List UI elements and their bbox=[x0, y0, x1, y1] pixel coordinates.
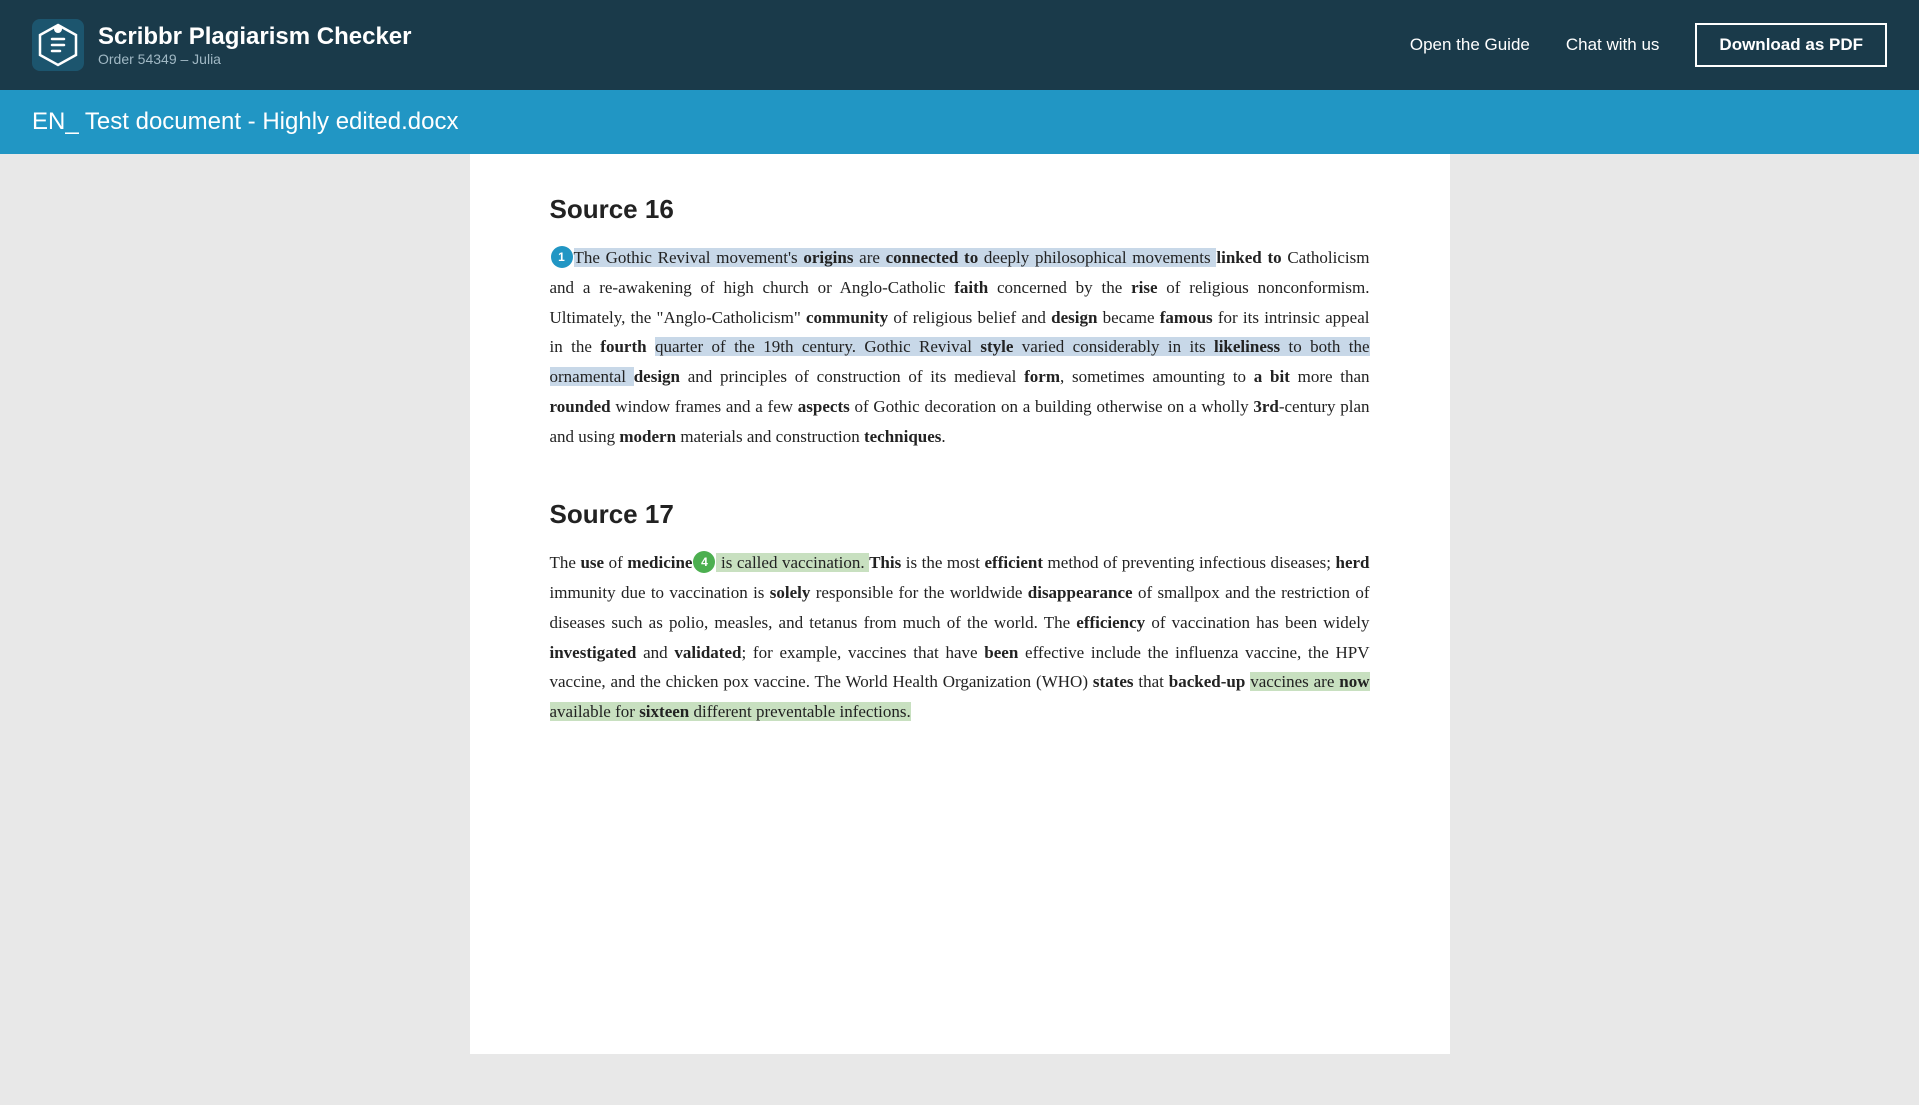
text-techniques: techniques bbox=[864, 427, 941, 446]
text-quarter: quarter of the 19th century. Gothic Revi… bbox=[655, 337, 980, 356]
text-linked-to: linked to bbox=[1216, 248, 1281, 267]
text-3rd: 3rd bbox=[1253, 397, 1279, 416]
text-a-bit: a bit bbox=[1254, 367, 1290, 386]
text-famous: famous bbox=[1160, 308, 1213, 327]
text-sixteen: sixteen bbox=[639, 702, 689, 721]
text-available-for: available for bbox=[550, 702, 640, 721]
text-this: This bbox=[869, 553, 901, 572]
source-16-paragraph: 1The Gothic Revival movement's origins a… bbox=[550, 243, 1370, 451]
text-design-2: design bbox=[634, 367, 680, 386]
text-form: form bbox=[1024, 367, 1060, 386]
badge-1: 1 bbox=[551, 246, 573, 268]
text-connected-to: connected to bbox=[886, 248, 979, 267]
scribbr-logo-icon bbox=[32, 19, 84, 71]
source-17-heading: Source 17 bbox=[550, 499, 1370, 530]
text-vaccines-now: vaccines are bbox=[1250, 672, 1339, 691]
text-solely: solely bbox=[770, 583, 811, 602]
doc-title: EN_ Test document - Highly edited.docx bbox=[32, 108, 458, 135]
header-title-area: Scribbr Plagiarism Checker Order 54349 –… bbox=[98, 23, 411, 67]
text-states: states bbox=[1093, 672, 1134, 691]
badge-4: 4 bbox=[693, 551, 715, 573]
text-origins: origins bbox=[803, 248, 853, 267]
source-16-heading: Source 16 bbox=[550, 194, 1370, 225]
text-modern: modern bbox=[619, 427, 676, 446]
text-aspects: aspects bbox=[798, 397, 850, 416]
text-validated: validated bbox=[674, 643, 741, 662]
logo-area: Scribbr Plagiarism Checker Order 54349 –… bbox=[32, 19, 1410, 71]
source-17-section: Source 17 The use of medicine4 is called… bbox=[550, 499, 1370, 727]
download-pdf-button[interactable]: Download as PDF bbox=[1695, 23, 1887, 67]
text-backed-up: backed-up bbox=[1169, 672, 1246, 691]
chat-with-us-link[interactable]: Chat with us bbox=[1566, 35, 1660, 55]
text-use: use bbox=[580, 553, 604, 572]
text-design-1: design bbox=[1051, 308, 1097, 327]
text-investigated: investigated bbox=[550, 643, 637, 662]
text-are: are bbox=[853, 248, 885, 267]
app-header: Scribbr Plagiarism Checker Order 54349 –… bbox=[0, 0, 1919, 90]
text-style: style bbox=[980, 337, 1013, 356]
text-disappearance: disappearance bbox=[1028, 583, 1133, 602]
text-likeliness: likeliness bbox=[1214, 337, 1280, 356]
text-preventable: different preventable infections. bbox=[689, 702, 911, 721]
app-title: Scribbr Plagiarism Checker bbox=[98, 23, 411, 51]
text-community: community bbox=[806, 308, 888, 327]
text-faith: faith bbox=[954, 278, 988, 297]
text-efficiency: efficiency bbox=[1076, 613, 1145, 632]
text-deeply: deeply philosophical movements bbox=[978, 248, 1216, 267]
order-subtitle: Order 54349 – Julia bbox=[98, 51, 411, 67]
text-been: been bbox=[984, 643, 1018, 662]
text-medicine: medicine bbox=[627, 553, 692, 572]
header-nav: Open the Guide Chat with us Download as … bbox=[1410, 23, 1887, 67]
source-17-paragraph: The use of medicine4 is called vaccinati… bbox=[550, 548, 1370, 727]
text-fourth: fourth bbox=[600, 337, 646, 356]
text-herd: herd bbox=[1336, 553, 1370, 572]
text-gothic-1: The Gothic Revival movement's bbox=[574, 248, 804, 267]
source-16-section: Source 16 1The Gothic Revival movement's… bbox=[550, 194, 1370, 451]
document-wrapper: Source 16 1The Gothic Revival movement's… bbox=[470, 154, 1450, 1054]
text-now: now bbox=[1339, 672, 1369, 691]
text-varied: varied considerably in its bbox=[1013, 337, 1214, 356]
text-rise: rise bbox=[1131, 278, 1157, 297]
text-efficient: efficient bbox=[985, 553, 1044, 572]
content-area: Source 16 1The Gothic Revival movement's… bbox=[0, 154, 1919, 1105]
doc-title-bar: EN_ Test document - Highly edited.docx bbox=[0, 90, 1919, 154]
open-guide-link[interactable]: Open the Guide bbox=[1410, 35, 1530, 55]
text-rounded: rounded bbox=[550, 397, 611, 416]
text-called-vaccination: is called vaccination. bbox=[716, 553, 869, 572]
